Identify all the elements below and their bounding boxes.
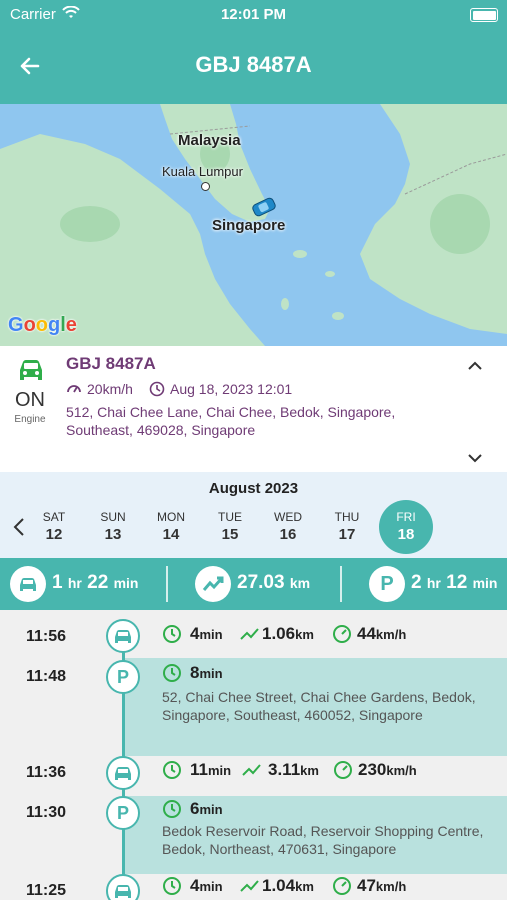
map-label-city: Singapore (212, 217, 286, 234)
day-thu[interactable]: THU 17 (319, 510, 375, 543)
calendar-month: August 2023 (208, 480, 299, 497)
day-sat[interactable]: SAT 12 (26, 510, 82, 543)
page-title: GBJ 8487A (195, 52, 312, 77)
app-header: GBJ 8487A (0, 30, 507, 104)
clock-icon (149, 381, 165, 397)
engine-state: ON (15, 389, 45, 411)
row-distance: 1.04km (262, 876, 314, 895)
distance-trend-icon (240, 880, 259, 892)
map-view[interactable]: Malaysia Kuala Lumpur Singapore Google (0, 104, 507, 346)
day-fri-selected[interactable]: FRI 18 (378, 510, 434, 543)
clock-icon (163, 877, 181, 895)
drive-node-icon (106, 874, 140, 900)
row-duration: 8min (190, 663, 223, 682)
vehicle-speed: 20km/h (87, 381, 133, 397)
map-label-capital: Kuala Lumpur (162, 164, 243, 179)
row-time: 11:36 (26, 764, 67, 781)
trip-timeline: 11:56 4min 1.06km 44km/h 11:48 P 8min 52… (0, 610, 507, 900)
drive-time-icon (10, 566, 46, 602)
drive-time-value: 1 hr 22 min (52, 572, 139, 593)
distance-trend-icon (242, 764, 261, 776)
row-speed: 44km/h (357, 624, 407, 643)
car-icon (20, 360, 42, 380)
row-speed: 47km/h (357, 876, 407, 895)
row-duration: 4min (190, 624, 223, 643)
speedometer-icon (333, 877, 351, 895)
row-time: 11:56 (26, 628, 67, 645)
map-label-country: Malaysia (178, 132, 241, 149)
date-strip: August 2023 SAT 12 SUN 13 MON 14 TUE 15 WED 1… (0, 472, 507, 558)
row-time: 11:30 (26, 804, 67, 821)
vehicle-marker-icon[interactable] (250, 196, 278, 218)
parked-time-value: 2 hr 12 min (411, 572, 498, 593)
drive-node-icon (106, 756, 140, 790)
clock-icon (163, 800, 181, 818)
vehicle-info-card: ON Engine GBJ 8487A 20km/h Aug 18, 2023 … (0, 346, 507, 472)
parking-node-icon: P (106, 796, 140, 830)
summary-divider (340, 566, 342, 602)
row-duration: 4min (190, 876, 223, 895)
day-wed[interactable]: WED 16 (260, 510, 316, 543)
day-tue[interactable]: TUE 15 (202, 510, 258, 543)
engine-label: Engine (14, 414, 46, 425)
day-mon[interactable]: MON 14 (143, 510, 199, 543)
status-time: 12:01 PM (220, 6, 287, 23)
vehicle-address: 512, Chai Chee Lane, Chai Chee, Bedok, S… (66, 404, 396, 438)
row-time: 11:25 (26, 882, 67, 899)
speedometer-icon (333, 625, 351, 643)
clock-icon (163, 625, 181, 643)
vehicle-timestamp: Aug 18, 2023 12:01 (170, 381, 293, 397)
chevron-left-icon[interactable] (12, 516, 26, 538)
capital-marker-icon (201, 182, 210, 191)
distance-trend-icon (240, 628, 259, 640)
summary-divider (166, 566, 168, 602)
drive-node-icon (106, 619, 140, 653)
row-speed: 230km/h (358, 760, 417, 779)
chevron-down-icon[interactable] (466, 452, 484, 464)
row-time: 11:48 (26, 668, 67, 685)
battery-icon (470, 8, 498, 22)
row-address: Bedok Reservoir Road, Reservoir Shopping… (162, 823, 484, 857)
status-bar: Carrier 12:01 PM (0, 0, 507, 30)
parking-node-icon: P (106, 660, 140, 694)
row-distance: 3.11km (268, 760, 319, 779)
day-sun[interactable]: SUN 13 (85, 510, 141, 543)
distance-value: 27.03 km (237, 572, 311, 593)
row-address: 52, Chai Chee Street, Chai Chee Gardens,… (162, 689, 476, 723)
parking-icon: P (369, 566, 405, 602)
trip-summary-bar: 1 hr 22 min 27.03 km P 2 hr 12 min (0, 558, 507, 610)
vehicle-plate: GBJ 8487A (66, 354, 156, 373)
row-distance: 1.06km (262, 624, 314, 643)
distance-trend-icon (195, 566, 231, 602)
row-duration: 11min (190, 760, 232, 779)
speedometer-icon (67, 385, 81, 393)
clock-icon (163, 761, 181, 779)
google-logo: Google (8, 314, 77, 336)
chevron-up-icon[interactable] (466, 360, 484, 372)
row-duration: 6min (190, 799, 223, 818)
speedometer-icon (334, 761, 352, 779)
clock-icon (163, 664, 181, 682)
